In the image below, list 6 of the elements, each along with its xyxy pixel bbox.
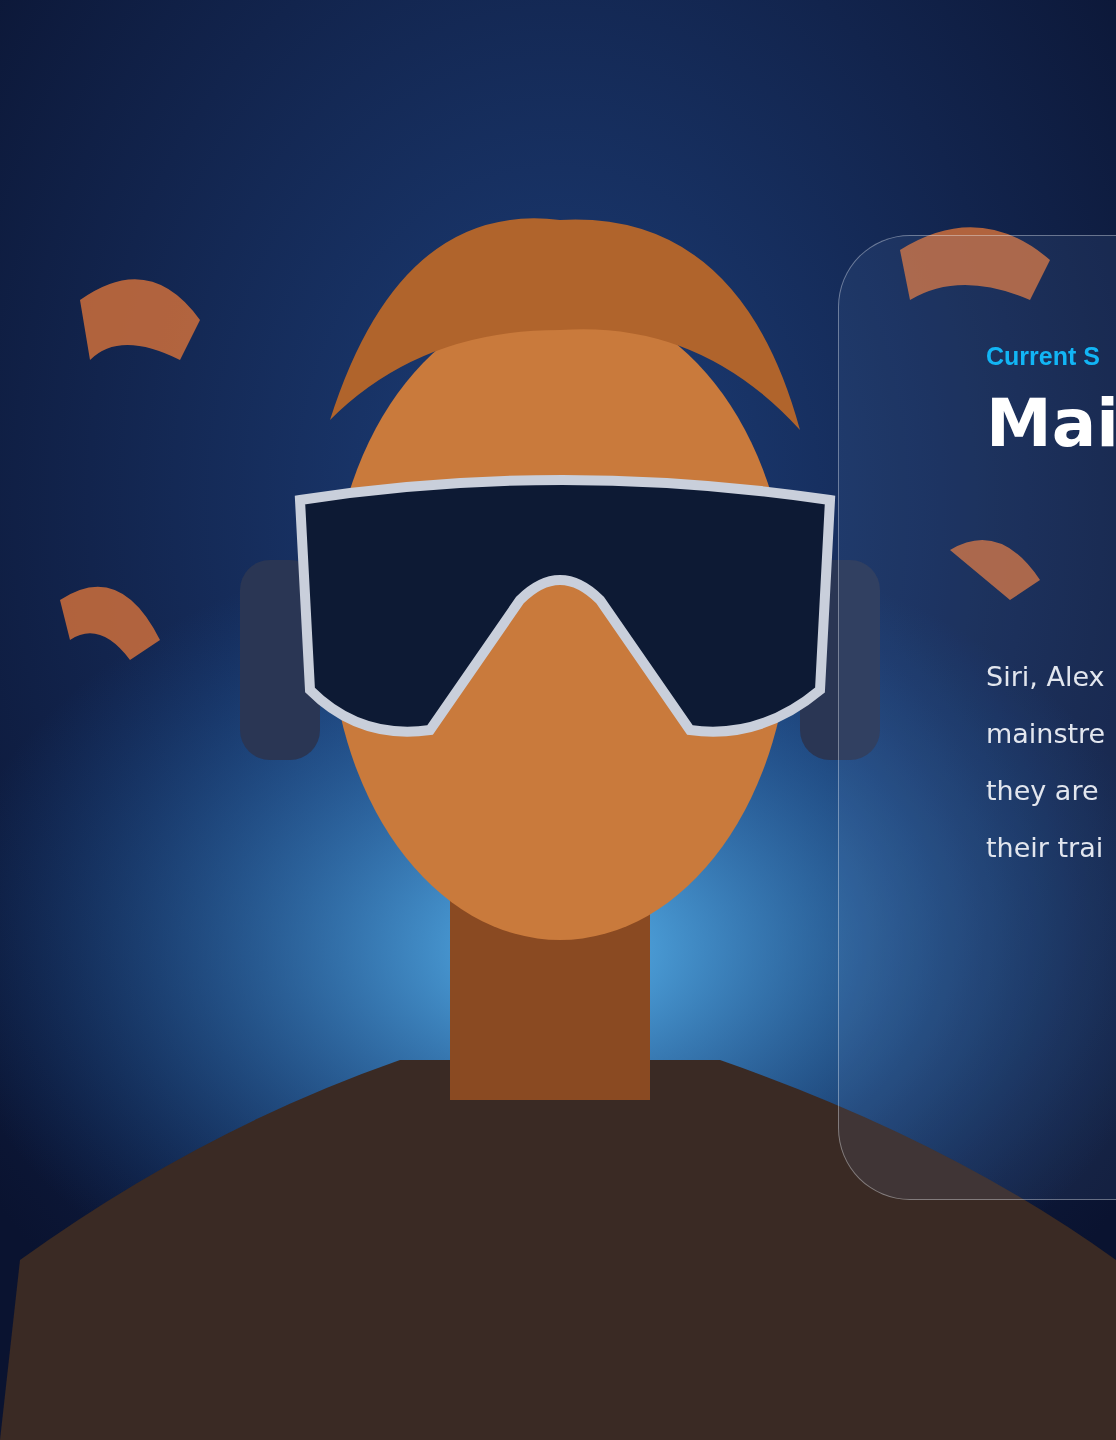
body-text-line: they are (986, 774, 1100, 808)
section-eyebrow: Current S (986, 342, 1101, 371)
body-text-line: mainstre (986, 717, 1107, 751)
body-text-line: Siri, Alex (986, 660, 1106, 694)
body-text-line: their trai (986, 831, 1105, 865)
section-title: Mai (986, 385, 1116, 462)
